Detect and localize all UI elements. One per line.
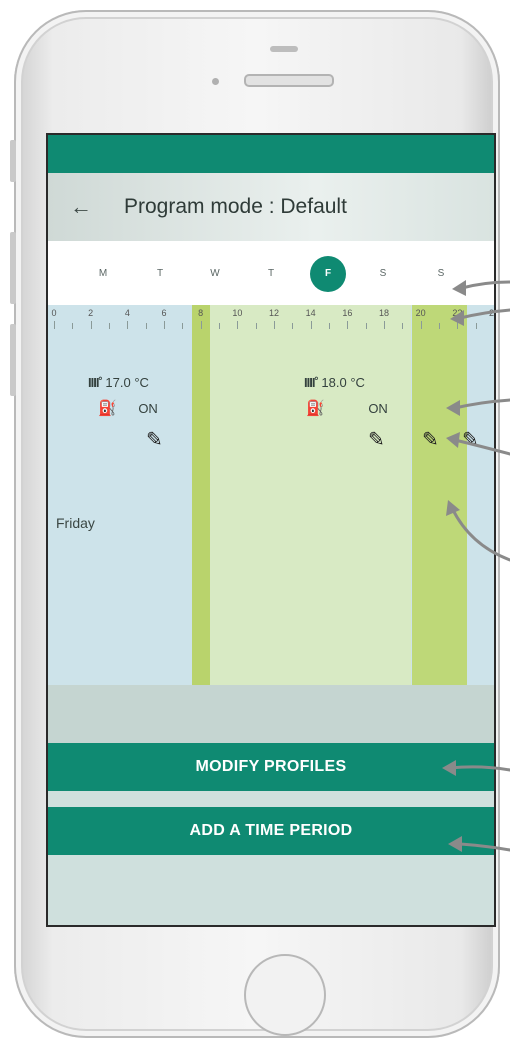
page-title: Program mode : Default <box>124 195 347 218</box>
hour-tick <box>494 321 495 329</box>
hour-tick <box>274 321 275 329</box>
day-thursday[interactable]: T <box>254 257 288 291</box>
app-bar: ← Program mode : Default <box>48 173 494 241</box>
slot1-temperature: 17.0 °C <box>105 375 149 390</box>
day-timeline <box>48 305 494 685</box>
time-period-3[interactable] <box>411 305 467 685</box>
hour-label: 18 <box>378 308 390 318</box>
add-time-period-button[interactable]: ADD A TIME PERIOD <box>48 807 494 855</box>
day-friday-selected[interactable]: F <box>310 256 346 292</box>
day-sunday[interactable]: S <box>424 257 458 291</box>
back-arrow-icon[interactable]: ← <box>70 194 110 220</box>
hour-label: 16 <box>342 308 353 318</box>
hour-label: 2 <box>88 308 94 318</box>
weekday-selector: M T W T F S S <box>48 241 494 305</box>
hour-tick <box>182 323 184 329</box>
day-wednesday[interactable]: W <box>198 257 232 291</box>
day-name-label: Friday <box>56 515 95 531</box>
hour-tick <box>402 323 404 329</box>
hour-tick <box>127 321 129 329</box>
slot2-temp-row: IIII˚ 18.0 °C <box>304 375 365 390</box>
app-screen: ← Program mode : Default M T W T F S S 0… <box>46 133 496 927</box>
hour-label: 10 <box>232 308 243 318</box>
time-period-0[interactable] <box>54 305 192 685</box>
speaker-grille <box>244 74 334 87</box>
hour-tick <box>365 323 367 329</box>
edit-pencil-icon[interactable]: ✎ <box>422 427 439 452</box>
home-button[interactable] <box>244 954 326 1036</box>
hour-label: 8 <box>198 308 204 318</box>
hour-tick <box>200 321 202 329</box>
hour-tick <box>54 321 55 329</box>
mute-switch <box>10 140 16 182</box>
hour-tick <box>292 323 294 329</box>
edit-pencil-icon[interactable]: ✎ <box>368 427 385 452</box>
hour-label: 4 <box>124 308 130 318</box>
time-period-4[interactable] <box>466 305 494 685</box>
volume-down-button <box>10 324 16 396</box>
hour-tick <box>310 321 312 329</box>
hour-tick <box>457 321 459 329</box>
hour-tick <box>90 321 92 329</box>
edit-pencil-icon[interactable]: ✎ <box>146 427 163 452</box>
edit-pencil-icon[interactable]: ✎ <box>462 427 479 452</box>
hour-label: 22 <box>452 308 463 318</box>
day-tuesday[interactable]: T <box>143 257 177 291</box>
hour-tick <box>164 321 165 329</box>
hour-tick <box>384 321 385 329</box>
hour-tick <box>72 323 74 329</box>
slot1-water-row: ⛽ ON <box>98 399 158 417</box>
hour-tick <box>347 321 349 329</box>
status-bar <box>48 135 494 173</box>
hour-tick <box>219 323 220 329</box>
time-period-1[interactable] <box>191 305 210 685</box>
hour-label: 20 <box>415 308 426 318</box>
hour-ruler: 024681012141618202224 <box>48 305 494 333</box>
volume-up-button <box>10 232 16 304</box>
hour-tick <box>109 323 110 329</box>
day-saturday[interactable]: S <box>366 257 400 291</box>
modify-profiles-button[interactable]: MODIFY PROFILES <box>48 743 494 791</box>
hour-tick <box>255 323 257 329</box>
tap-icon: ⛽ <box>306 400 325 417</box>
front-camera <box>212 78 219 85</box>
hour-tick <box>475 323 477 329</box>
hour-label: 14 <box>305 308 316 318</box>
hour-tick <box>145 323 147 329</box>
hour-tick <box>329 323 330 329</box>
radiator-icon: IIII˚ <box>304 375 319 390</box>
radiator-icon: IIII˚ <box>88 375 103 390</box>
spacer-band <box>48 685 494 743</box>
slot1-hot-water: ON <box>138 401 158 416</box>
hour-label: 12 <box>268 308 280 318</box>
time-period-2[interactable] <box>209 305 412 685</box>
hour-label: 24 <box>488 308 495 318</box>
hour-tick <box>439 323 440 329</box>
slot2-temperature: 18.0 °C <box>321 375 365 390</box>
earpiece <box>270 46 298 52</box>
slot2-hot-water: ON <box>368 401 388 416</box>
tap-icon: ⛽ <box>98 400 117 417</box>
slot2-water-row: ⛽ ON <box>306 399 388 417</box>
day-monday[interactable]: M <box>86 257 120 291</box>
slot1-temp-row: IIII˚ 17.0 °C <box>88 375 149 390</box>
hour-label: 6 <box>161 308 167 318</box>
hour-tick <box>237 321 239 329</box>
hour-label: 0 <box>51 308 57 318</box>
hour-tick <box>420 321 422 329</box>
